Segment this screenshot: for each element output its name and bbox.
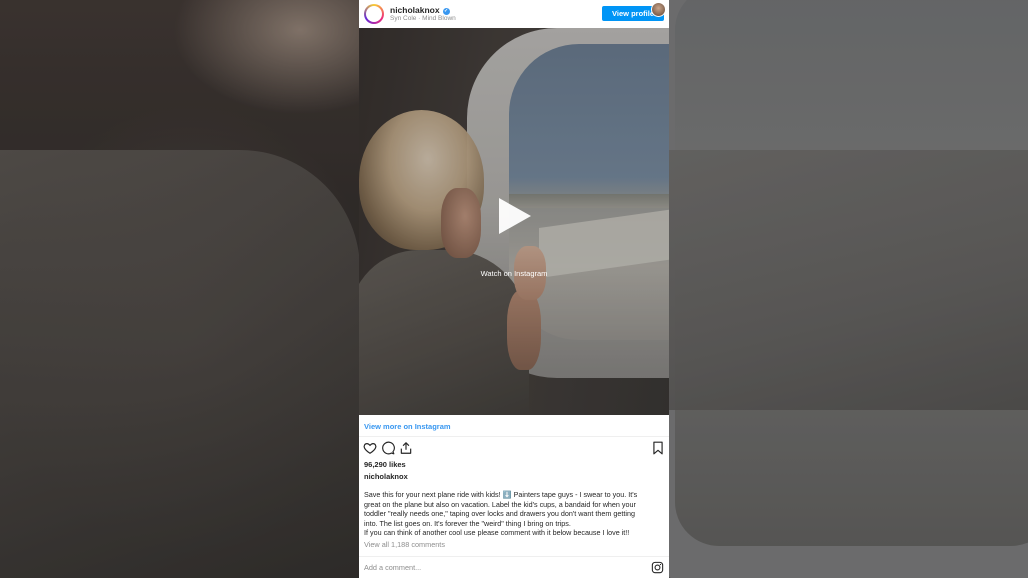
action-bar (359, 440, 669, 458)
avatar[interactable] (364, 4, 384, 24)
username-link[interactable]: nicholaknox ✓ (390, 5, 450, 15)
background-dim-left (0, 0, 359, 578)
bookmark-icon[interactable] (651, 441, 665, 455)
video-media[interactable]: Watch on Instagram (359, 28, 669, 415)
caption-line: great on the plane but also on vacation.… (364, 499, 636, 509)
verified-icon: ✓ (442, 8, 450, 15)
corner-avatar (651, 2, 666, 17)
post-header: nicholaknox ✓ Syn Cole · Mind Blown View … (359, 0, 669, 29)
caption-line: Save this for your next plane ride with … (364, 490, 638, 499)
add-comment-bar: Add a comment... (359, 556, 669, 578)
view-more-link[interactable]: View more on Instagram (359, 415, 669, 437)
background-dim-right (669, 0, 1028, 578)
post-caption: Save this for your next plane ride with … (364, 490, 664, 538)
caption-line: into. The list goes on. It's forever the… (364, 518, 571, 528)
caption-username[interactable]: nicholaknox (364, 472, 408, 481)
caption-line: toddler "really needs one," taping over … (364, 509, 635, 519)
likes-count[interactable]: 96,290 likes (364, 460, 406, 469)
watch-on-instagram-label[interactable]: Watch on Instagram (359, 269, 669, 278)
audio-subtitle[interactable]: Syn Cole · Mind Blown (390, 15, 456, 22)
instagram-icon[interactable] (651, 561, 664, 574)
play-icon[interactable] (499, 198, 531, 234)
heart-icon[interactable] (363, 441, 377, 455)
instagram-embed-card: nicholaknox ✓ Syn Cole · Mind Blown View … (359, 0, 669, 578)
share-icon[interactable] (399, 441, 413, 455)
add-comment-input[interactable]: Add a comment... (364, 563, 421, 572)
caption-line: If you can think of another cool use ple… (364, 528, 630, 538)
view-all-comments-link[interactable]: View all 1,188 comments (364, 540, 445, 549)
comment-icon[interactable] (381, 441, 395, 455)
username-text: nicholaknox (390, 5, 440, 15)
